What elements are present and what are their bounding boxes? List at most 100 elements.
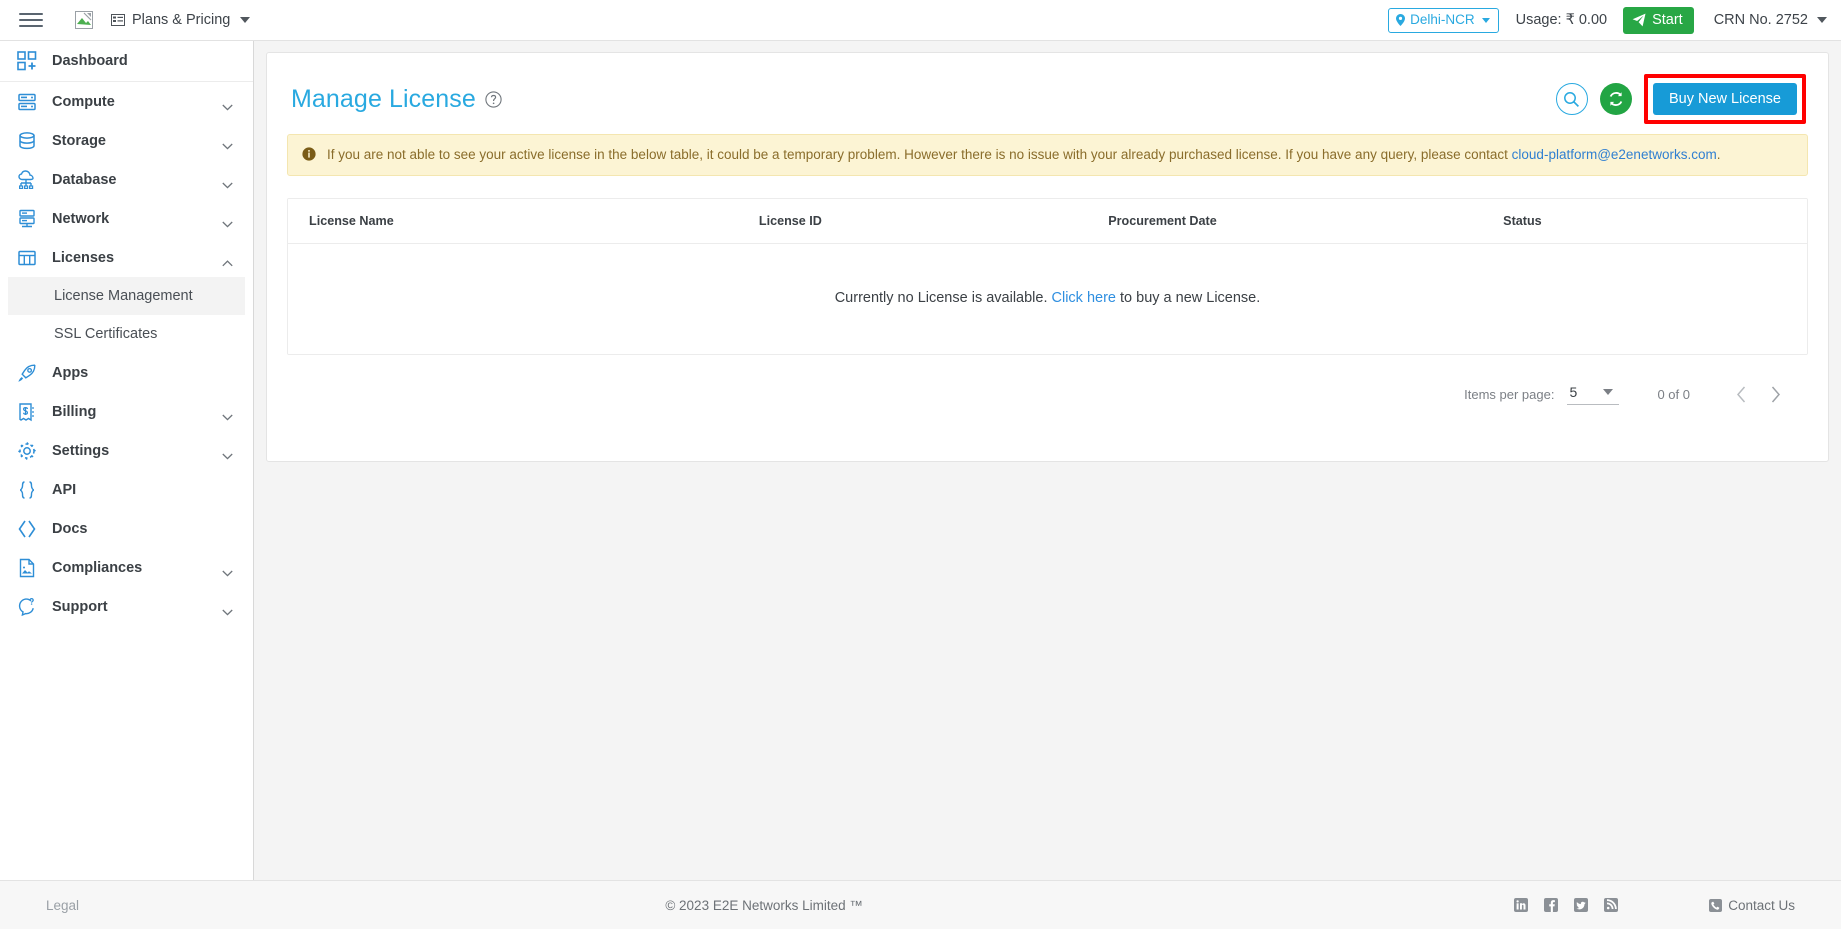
region-selector[interactable]: Delhi-NCR <box>1388 7 1499 33</box>
sidebar-item-dashboard[interactable]: Dashboard <box>0 41 253 82</box>
chevron-down-icon <box>240 17 251 23</box>
rocket-icon <box>16 362 38 384</box>
click-here-link[interactable]: Click here <box>1052 290 1116 306</box>
linkedin-icon[interactable] <box>1514 898 1529 912</box>
location-pin-icon <box>1396 14 1406 26</box>
start-button[interactable]: Start <box>1623 6 1694 34</box>
twitter-icon[interactable] <box>1574 898 1589 912</box>
chevron-down-icon <box>1481 17 1490 23</box>
info-circle-icon <box>302 147 316 161</box>
sidebar-item-settings[interactable]: Settings <box>0 431 253 470</box>
cloud-database-icon <box>16 169 38 191</box>
topbar-right-group: Delhi-NCR Usage: ₹ 0.00 Start CRN No. 27… <box>1388 6 1827 34</box>
hamburger-menu-icon[interactable] <box>19 9 45 31</box>
sidebar-item-support[interactable]: Support <box>0 587 253 626</box>
rss-icon[interactable] <box>1604 898 1619 912</box>
buy-new-license-highlight: Buy New License <box>1643 74 1806 124</box>
sidebar-item-billing[interactable]: Billing <box>0 392 253 431</box>
next-page-button[interactable] <box>1758 377 1792 411</box>
database-stack-icon <box>16 130 38 152</box>
contact-us-link[interactable]: Contact Us <box>1708 898 1795 913</box>
footer: Legal © 2023 E2E Networks Limited ™ Cont… <box>0 880 1841 929</box>
contact-us-label: Contact Us <box>1728 897 1795 913</box>
sidebar-item-label: Settings <box>52 442 110 459</box>
social-links <box>1514 898 1619 912</box>
body-wrapper: Dashboard Compute Storage Database Netwo… <box>0 41 1841 880</box>
license-grid-icon <box>16 247 38 269</box>
plans-and-pricing-menu[interactable]: Plans & Pricing <box>111 12 251 28</box>
sidebar-item-network[interactable]: Network <box>0 199 253 238</box>
invoice-icon <box>16 401 38 423</box>
sidebar-item-label: Support <box>52 598 108 615</box>
sidebar-subitem-label: License Management <box>54 288 193 304</box>
sidebar-item-label: Billing <box>52 403 97 420</box>
legal-link[interactable]: Legal <box>0 898 254 913</box>
sidebar-item-docs[interactable]: Docs <box>0 509 253 548</box>
hamburger-line <box>19 19 43 21</box>
document-icon <box>16 557 38 579</box>
gear-icon <box>16 440 38 462</box>
sidebar-item-ssl-certificates[interactable]: SSL Certificates <box>8 315 245 353</box>
start-button-label: Start <box>1652 12 1683 28</box>
items-per-page-value: 5 <box>1569 383 1578 400</box>
card-header-actions: Buy New License <box>1555 74 1806 124</box>
curly-braces-icon <box>16 479 38 501</box>
hamburger-line <box>19 13 43 15</box>
server-icon <box>16 91 38 113</box>
sidebar-item-database[interactable]: Database <box>0 160 253 199</box>
support-email-link[interactable]: cloud-platform@e2enetworks.com <box>1512 147 1717 162</box>
table-header-row: License Name License ID Procurement Date… <box>288 199 1807 245</box>
crn-label: CRN No. 2752 <box>1713 12 1808 28</box>
previous-page-button[interactable] <box>1724 377 1758 411</box>
refresh-icon[interactable] <box>1599 83 1632 115</box>
facebook-icon[interactable] <box>1544 898 1559 912</box>
license-table-wrapper: License Name License ID Procurement Date… <box>287 198 1808 356</box>
info-alert-banner: If you are not able to see your active l… <box>287 134 1808 177</box>
app-root: Plans & Pricing Delhi-NCR Usage: ₹ 0.00 <box>0 0 1841 929</box>
sidebar-item-license-management[interactable]: License Management <box>8 277 245 315</box>
buy-new-license-button[interactable]: Buy New License <box>1652 83 1797 115</box>
main-content: Manage License Buy New License If you ar… <box>254 41 1841 880</box>
plans-and-pricing-label: Plans & Pricing <box>132 12 231 28</box>
chevron-down-icon <box>222 215 233 228</box>
paginator: Items per page: 5 0 of 0 <box>285 355 1810 415</box>
copyright-text: © 2023 E2E Networks Limited ™ <box>665 897 863 913</box>
page-title: Manage License <box>291 84 476 113</box>
empty-state-text-before: Currently no License is available. <box>834 290 1048 307</box>
chevron-down-icon <box>222 408 233 421</box>
card-header: Manage License Buy New License <box>285 71 1810 124</box>
sidebar-item-storage[interactable]: Storage <box>0 121 253 160</box>
sidebar-subitem-label: SSL Certificates <box>54 326 158 342</box>
chevron-down-icon <box>222 137 233 150</box>
question-chat-icon <box>16 596 38 618</box>
sidebar-item-label: API <box>52 481 77 498</box>
sidebar-item-label: Licenses <box>52 249 115 266</box>
sidebar-item-compliances[interactable]: Compliances <box>0 548 253 587</box>
sidebar-item-compute[interactable]: Compute <box>0 82 253 121</box>
sidebar-item-label: Compute <box>52 93 115 110</box>
crn-menu[interactable]: CRN No. 2752 <box>1714 12 1827 28</box>
dashboard-grid-icon <box>16 50 38 72</box>
sidebar: Dashboard Compute Storage Database Netwo… <box>0 41 254 880</box>
send-icon <box>1632 13 1646 27</box>
column-header-license-id: License ID <box>758 199 1109 245</box>
question-mark-circle-icon[interactable] <box>485 90 502 108</box>
empty-state-text-after: to buy a new License. <box>1120 290 1261 307</box>
phone-icon <box>1708 898 1722 912</box>
items-per-page-label: Items per page: <box>1464 386 1555 402</box>
search-icon[interactable] <box>1555 83 1588 115</box>
sidebar-item-licenses[interactable]: Licenses <box>0 238 253 277</box>
top-bar: Plans & Pricing Delhi-NCR Usage: ₹ 0.00 <box>0 0 1841 41</box>
alert-text: If you are not able to see your active l… <box>327 146 1720 164</box>
items-per-page-select[interactable]: 5 <box>1567 383 1620 405</box>
sidebar-item-label: Docs <box>52 520 88 537</box>
sidebar-item-label: Network <box>52 210 110 227</box>
chevron-down-icon <box>222 98 233 111</box>
chevron-down-icon <box>222 603 233 616</box>
column-header-status: Status <box>1503 199 1807 245</box>
alert-text-before: If you are not able to see your active l… <box>327 147 1508 162</box>
sidebar-item-api[interactable]: API <box>0 470 253 509</box>
chevron-down-icon <box>222 176 233 189</box>
sidebar-item-label: Storage <box>52 132 106 149</box>
sidebar-item-apps[interactable]: Apps <box>0 353 253 392</box>
